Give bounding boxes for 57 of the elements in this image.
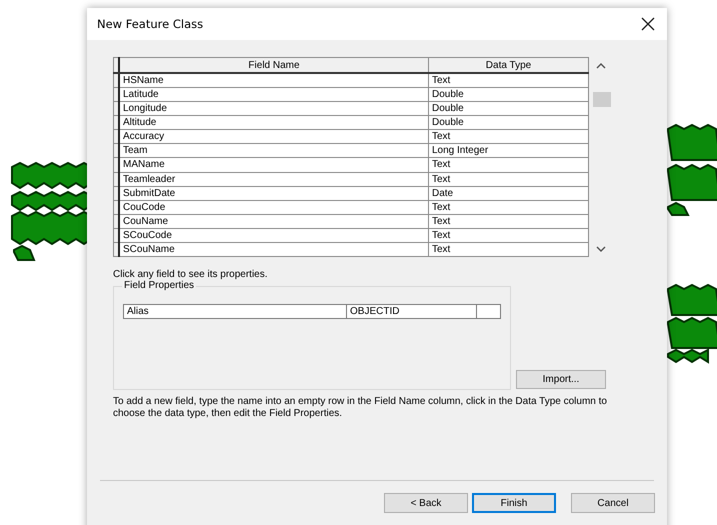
row-selector[interactable] bbox=[114, 158, 119, 172]
column-header[interactable]: Field Name bbox=[119, 58, 428, 74]
table-cell[interactable]: Double bbox=[428, 88, 588, 102]
row-selector[interactable] bbox=[114, 200, 119, 214]
import-button[interactable]: Import... bbox=[516, 370, 606, 389]
group-title: Field Properties bbox=[122, 280, 196, 291]
table-cell[interactable] bbox=[476, 304, 500, 318]
table-cell[interactable]: Altitude bbox=[119, 116, 428, 130]
row-selector[interactable] bbox=[114, 144, 119, 158]
table-cell[interactable]: Text bbox=[428, 130, 588, 144]
table-cell[interactable]: Text bbox=[428, 214, 588, 228]
table-cell[interactable]: OBJECTID bbox=[346, 304, 476, 318]
row-selector[interactable] bbox=[114, 102, 119, 116]
scroll-up-icon[interactable] bbox=[595, 62, 607, 70]
row-selector[interactable] bbox=[114, 172, 119, 186]
window-title: New Feature Class bbox=[97, 17, 204, 31]
row-selector[interactable] bbox=[114, 242, 119, 256]
row-selector[interactable] bbox=[114, 186, 119, 200]
table-cell[interactable]: Double bbox=[428, 116, 588, 130]
table-cell[interactable]: Text bbox=[428, 228, 588, 242]
row-selector[interactable] bbox=[114, 130, 119, 144]
table-cell[interactable]: Text bbox=[428, 242, 588, 256]
row-selector[interactable] bbox=[114, 228, 119, 242]
table-cell[interactable]: SCouName bbox=[119, 242, 428, 256]
corner-cell[interactable] bbox=[114, 58, 119, 74]
table-cell[interactable]: CouCode bbox=[119, 200, 428, 214]
table-cell[interactable]: Latitude bbox=[119, 88, 428, 102]
scrollbar-thumb[interactable] bbox=[593, 92, 611, 107]
column-header[interactable]: Data Type bbox=[428, 58, 588, 74]
table-cell: Alias bbox=[124, 304, 346, 318]
table-cell[interactable]: Text bbox=[428, 158, 588, 172]
table-cell[interactable]: SubmitDate bbox=[119, 186, 428, 200]
row-selector[interactable] bbox=[114, 88, 119, 102]
table-cell[interactable]: Longitude bbox=[119, 102, 428, 116]
table-cell[interactable]: Text bbox=[428, 200, 588, 214]
dialog-button[interactable]: < Back bbox=[384, 493, 468, 513]
row-selector[interactable] bbox=[114, 116, 119, 130]
table-cell[interactable]: SCouCode bbox=[119, 228, 428, 242]
table-cell[interactable]: Team bbox=[119, 144, 428, 158]
table-cell[interactable]: Text bbox=[428, 73, 588, 88]
table-cell[interactable]: Text bbox=[428, 172, 588, 186]
dialog-button[interactable]: Finish bbox=[472, 493, 556, 513]
hint-text: Click any field to see its properties. bbox=[113, 268, 269, 280]
scroll-down-icon[interactable] bbox=[595, 245, 607, 253]
instructions-text: To add a new field, type the name into an empty row in the Field Name column, click in the Data Type column to choose the data type, then edit the Field Properties. bbox=[113, 396, 608, 420]
table-cell[interactable]: Date bbox=[428, 186, 588, 200]
dialog-button[interactable]: Cancel bbox=[571, 493, 655, 513]
row-selector[interactable] bbox=[114, 73, 119, 88]
close-icon[interactable] bbox=[641, 17, 655, 31]
row-selector[interactable] bbox=[114, 214, 119, 228]
table-cell[interactable]: MAName bbox=[119, 158, 428, 172]
table-cell[interactable]: HSName bbox=[119, 73, 428, 88]
table-cell[interactable]: Long Integer bbox=[428, 144, 588, 158]
table-cell[interactable]: Accuracy bbox=[119, 130, 428, 144]
table-cell[interactable]: CouName bbox=[119, 214, 428, 228]
table-cell[interactable]: Teamleader bbox=[119, 172, 428, 186]
table-cell[interactable]: Double bbox=[428, 102, 588, 116]
